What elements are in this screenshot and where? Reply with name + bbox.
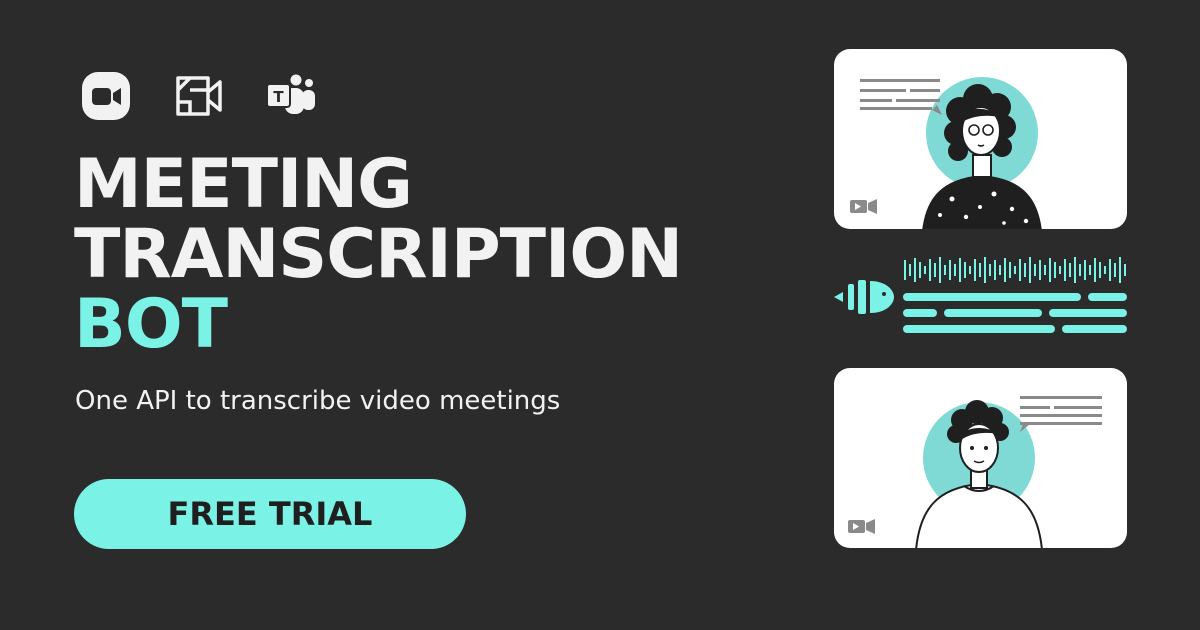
video-camera-icon [848, 519, 875, 534]
video-camera-icon [850, 199, 877, 214]
tagline: One API to transcribe video meetings [75, 386, 561, 416]
title-line-2: TRANSCRIPTION [74, 215, 683, 294]
meeting-card-bottom [834, 368, 1127, 548]
speech-bubble-icon [1020, 396, 1102, 432]
bot-logo-icon [834, 280, 894, 314]
transcript-lines [903, 293, 1127, 333]
participant-illustration-woman [850, 77, 1042, 229]
platform-logos: T [80, 70, 316, 122]
meeting-card-top [834, 49, 1127, 229]
participant-illustration-man [848, 396, 1102, 548]
speech-bubble-icon [860, 79, 942, 115]
svg-text:T: T [273, 88, 284, 106]
transcription-stream [834, 257, 1127, 333]
title-line-1: MEETING [74, 145, 413, 224]
zoom-icon [82, 72, 130, 120]
microsoft-teams-icon: T [266, 74, 315, 114]
free-trial-button[interactable]: FREE TRIAL [74, 479, 466, 549]
google-meet-icon [176, 76, 222, 116]
audio-waveform [904, 257, 1126, 283]
title-line-3: BOT [74, 285, 228, 364]
page-title: MEETING TRANSCRIPTION BOT [74, 145, 683, 364]
